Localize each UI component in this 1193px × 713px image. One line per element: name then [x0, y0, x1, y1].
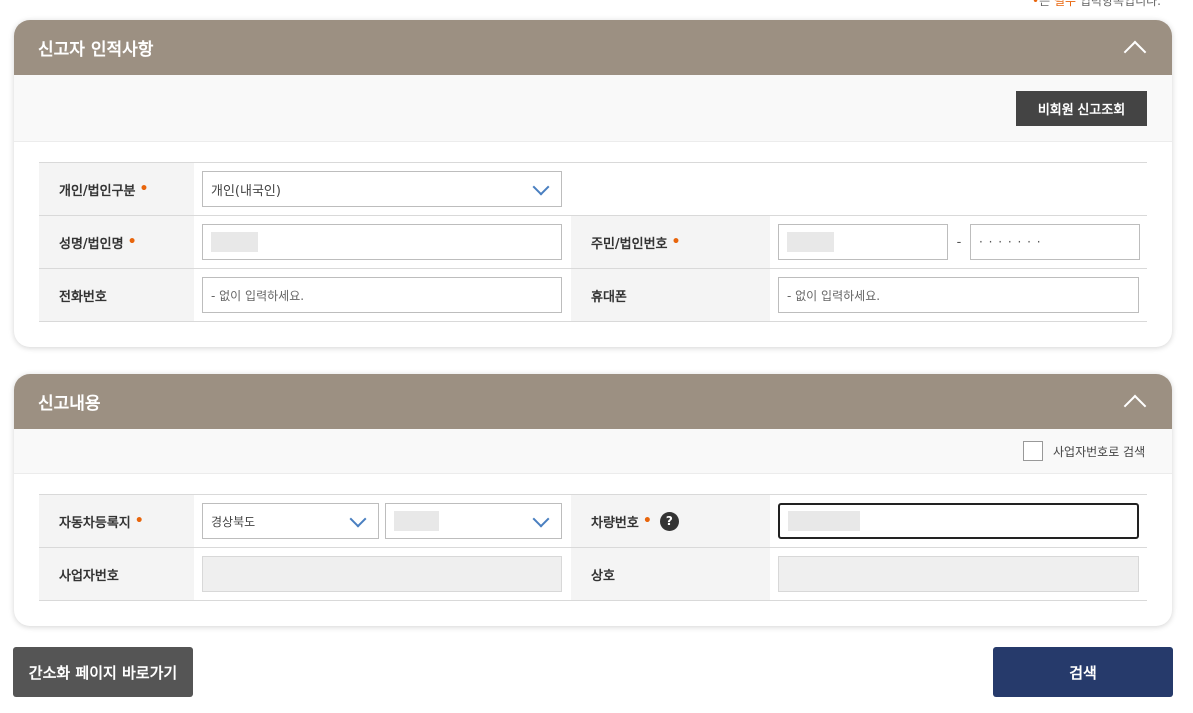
type-value-cell: 개인(내국인) — [194, 163, 1147, 215]
province-select[interactable]: 경상북도 — [202, 503, 379, 539]
reporter-toolbar: 비회원 신고조회 — [14, 75, 1172, 142]
table-row: 자동차등록지 • 경상북도 차량번호 • ? — [39, 495, 1147, 548]
biz-number-search-label[interactable]: 사업자번호로 검색 — [1053, 443, 1145, 460]
table-row: 개인/법인구분 • 개인(내국인) — [39, 163, 1147, 216]
collapse-chevron-icon[interactable] — [1122, 389, 1148, 415]
phone-value-cell: - 없이 입력하세요. — [194, 269, 571, 321]
biz-number-cell — [194, 548, 571, 600]
report-content-panel: 신고내용 사업자번호로 검색 자동차등록지 • 경상북도 차량번호 • ? 사업… — [14, 374, 1172, 626]
mobile-input[interactable]: - 없이 입력하세요. — [778, 277, 1139, 313]
mobile-value-cell: - 없이 입력하세요. — [770, 269, 1147, 321]
masked-value — [788, 511, 860, 531]
person-type-select[interactable]: 개인(내국인) — [202, 171, 562, 207]
id-number-cell: - · · · · · · · — [770, 216, 1147, 268]
search-button[interactable]: 검색 — [993, 647, 1173, 697]
reporter-info-header: 신고자 인적사항 — [14, 20, 1172, 75]
id-number-label: 주민/법인번호 • — [571, 216, 770, 268]
name-value-cell — [194, 216, 571, 268]
name-label: 성명/법인명 • — [39, 216, 194, 268]
biz-number-label: 사업자번호 — [39, 548, 194, 600]
name-input[interactable] — [202, 224, 562, 260]
chevron-down-icon — [532, 510, 550, 528]
plate-number-label: 차량번호 • ? — [571, 495, 770, 547]
company-name-label: 상호 — [571, 548, 770, 600]
panel-title: 신고자 인적사항 — [38, 40, 154, 60]
phone-input[interactable]: - 없이 입력하세요. — [202, 277, 562, 313]
report-toolbar: 사업자번호로 검색 — [14, 429, 1172, 474]
table-row: 전화번호 - 없이 입력하세요. 휴대폰 - 없이 입력하세요. — [39, 269, 1147, 322]
reporter-info-panel: 신고자 인적사항 비회원 신고조회 개인/법인구분 • 개인(내국인) 성명/법인… — [14, 20, 1172, 347]
id-back-input[interactable]: · · · · · · · — [970, 224, 1140, 260]
report-content-header: 신고내용 — [14, 374, 1172, 429]
region-value-cell: 경상북도 — [194, 495, 571, 547]
chevron-down-icon — [532, 178, 550, 196]
report-form-table: 자동차등록지 • 경상북도 차량번호 • ? 사업자번호 상호 — [39, 494, 1147, 601]
masked-value — [211, 232, 258, 252]
masked-value — [394, 511, 439, 531]
id-front-input[interactable] — [778, 224, 948, 260]
company-name-input — [778, 556, 1139, 592]
plate-number-cell — [770, 495, 1147, 547]
id-separator: - — [956, 234, 962, 250]
city-select[interactable] — [385, 503, 562, 539]
phone-label: 전화번호 — [39, 269, 194, 321]
plate-number-input[interactable] — [778, 503, 1139, 539]
table-row: 사업자번호 상호 — [39, 548, 1147, 601]
collapse-chevron-icon[interactable] — [1122, 35, 1148, 61]
company-name-cell — [770, 548, 1147, 600]
region-label: 자동차등록지 • — [39, 495, 194, 547]
type-label: 개인/법인구분 • — [39, 163, 194, 215]
biz-number-input — [202, 556, 562, 592]
non-member-lookup-button[interactable]: 비회원 신고조회 — [1016, 91, 1147, 126]
panel-title: 신고내용 — [38, 394, 101, 414]
mobile-label: 휴대폰 — [571, 269, 770, 321]
reporter-form-table: 개인/법인구분 • 개인(내국인) 성명/법인명 • 주민/법인번호 • - · · … — [39, 162, 1147, 322]
masked-value — [787, 232, 834, 252]
chevron-down-icon — [349, 510, 367, 528]
required-field-note: •는 필수 입력항목입니다. — [1032, 0, 1161, 8]
help-icon[interactable]: ? — [659, 511, 679, 531]
table-row: 성명/법인명 • 주민/법인번호 • - · · · · · · · — [39, 216, 1147, 269]
biz-number-search-checkbox[interactable] — [1023, 441, 1043, 461]
simple-page-button[interactable]: 간소화 페이지 바로가기 — [13, 647, 193, 697]
